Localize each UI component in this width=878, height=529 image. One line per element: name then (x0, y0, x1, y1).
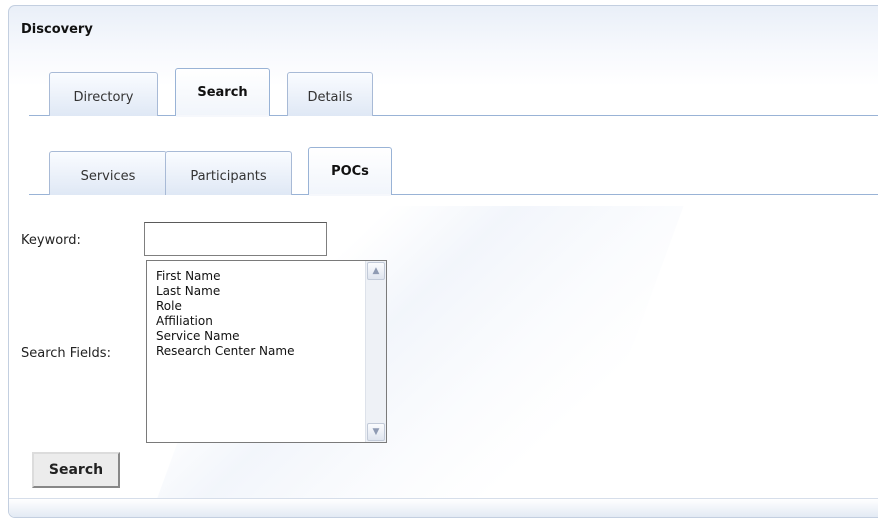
option-research-center-name[interactable]: Research Center Name (156, 344, 386, 359)
option-role[interactable]: Role (156, 299, 386, 314)
panel-footer (9, 498, 878, 517)
tab-details[interactable]: Details (287, 72, 373, 116)
tab-directory-label: Directory (73, 90, 134, 105)
option-last-name[interactable]: Last Name (156, 284, 386, 299)
tab-search[interactable]: Search (175, 68, 270, 117)
tab-directory[interactable]: Directory (49, 72, 158, 116)
search-fields-label: Search Fields: (21, 346, 111, 361)
tab-pocs[interactable]: POCs (308, 147, 392, 196)
tab-search-label: Search (197, 85, 248, 100)
scroll-down-icon[interactable]: ▼ (367, 423, 385, 441)
discovery-panel: Discovery Directory Search Details Servi… (8, 5, 878, 518)
search-fields-options: First Name Last Name Role Affiliation Se… (147, 261, 386, 359)
option-service-name[interactable]: Service Name (156, 329, 386, 344)
tab-services[interactable]: Services (49, 151, 167, 195)
tab-services-label: Services (80, 169, 136, 184)
option-first-name[interactable]: First Name (156, 269, 386, 284)
panel-title: Discovery (21, 22, 93, 37)
scroll-up-icon[interactable]: ▲ (367, 262, 385, 280)
listbox-scrollbar[interactable]: ▲ ▼ (365, 261, 386, 442)
tab-participants[interactable]: Participants (165, 151, 292, 195)
search-button[interactable]: Search (32, 452, 120, 488)
keyword-input[interactable] (144, 222, 327, 256)
tab-participants-label: Participants (190, 169, 267, 184)
tab-details-label: Details (307, 90, 353, 105)
search-fields-listbox[interactable]: First Name Last Name Role Affiliation Se… (146, 260, 387, 443)
sub-tab-bar: Services Participants POCs (29, 145, 878, 196)
tab-pocs-label: POCs (331, 164, 369, 179)
keyword-label: Keyword: (21, 233, 81, 248)
main-tab-bar: Directory Search Details (29, 66, 878, 117)
option-affiliation[interactable]: Affiliation (156, 314, 386, 329)
